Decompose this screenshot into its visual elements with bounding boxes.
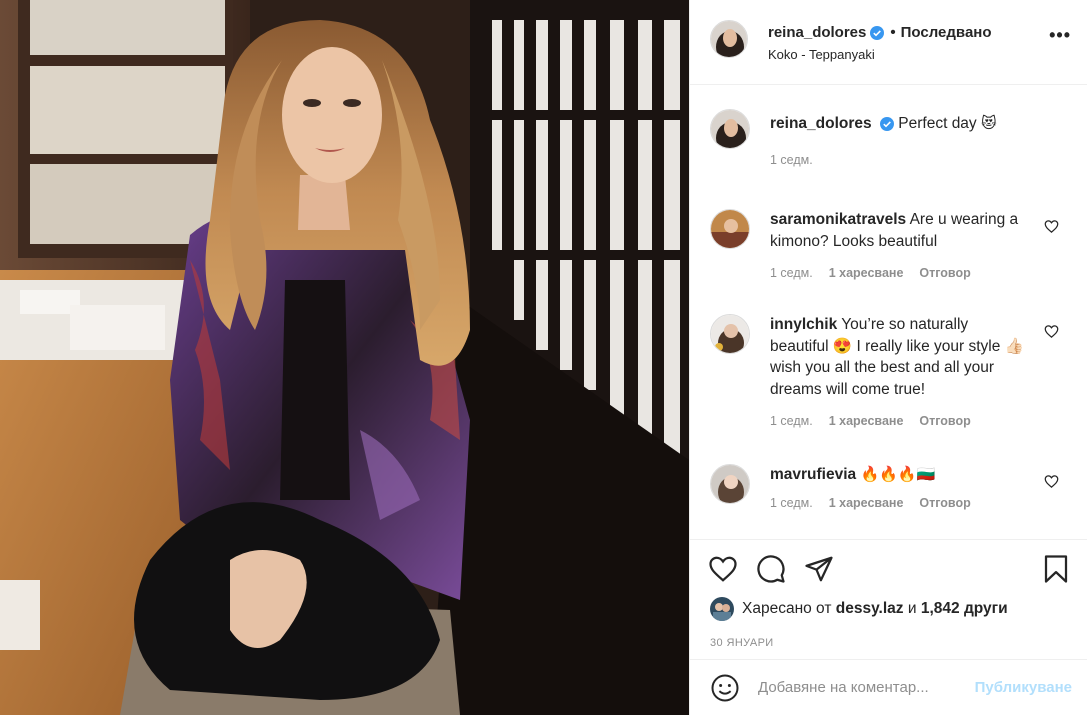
comment-body: mavrufievia 🔥🔥🔥🇧🇬 1 седм. 1 харесване От… xyxy=(770,464,1030,539)
comment-time[interactable]: 1 седм. xyxy=(770,266,813,280)
more-options-icon[interactable]: ••• xyxy=(1049,26,1071,44)
comment-row: mavrufievia 🔥🔥🔥🇧🇬 1 седм. 1 харесване От… xyxy=(690,464,1087,539)
comment-avatar-image xyxy=(711,210,749,249)
comment-avatar[interactable] xyxy=(710,464,750,505)
following-button[interactable]: Последвано xyxy=(901,24,992,41)
likes-summary: Харесано от dessy.laz и 1,842 други xyxy=(710,597,1008,622)
liker-avatar-image xyxy=(710,597,734,622)
comment-text-block: mavrufievia 🔥🔥🔥🇧🇬 xyxy=(770,464,1030,486)
liker-username[interactable]: dessy.laz xyxy=(836,600,904,618)
comment-meta: 1 седм. 1 харесване Отговор xyxy=(770,266,1030,280)
caption-avatar-image xyxy=(711,110,749,149)
comment-username[interactable]: saramonikatravels xyxy=(770,211,906,228)
comment-avatar[interactable] xyxy=(710,209,750,250)
reply-button[interactable]: Отговор xyxy=(919,266,970,280)
add-comment-input[interactable] xyxy=(758,679,958,696)
save-bookmark-icon[interactable] xyxy=(1041,554,1071,584)
like-comment-heart-icon[interactable] xyxy=(1044,324,1059,339)
comment-meta: 1 седм. 1 харесване Отговор xyxy=(770,496,1030,510)
comment-bubble-icon[interactable] xyxy=(756,554,786,584)
post-header: reina_dolores • Последвано Koko - Teppan… xyxy=(690,0,1087,86)
comment-row: saramonikatravels Are u wearing a kimono… xyxy=(690,209,1087,314)
caption-row: reina_dolores Perfect day 😻 1 седм. xyxy=(690,109,1087,209)
likes-conj: и xyxy=(907,600,917,618)
emoji-smiley-icon[interactable] xyxy=(710,673,740,703)
likes-count[interactable]: 1,842 други xyxy=(921,600,1008,618)
comment-likes[interactable]: 1 харесване xyxy=(829,414,904,428)
comment-username[interactable]: mavrufievia xyxy=(770,466,856,483)
publish-comment-button[interactable]: Публикуване xyxy=(975,679,1072,696)
comment-row: innylchik You’re so naturally beautiful … xyxy=(690,314,1087,464)
comment-text-block: saramonikatravels Are u wearing a kimono… xyxy=(770,209,1030,252)
comment-avatar[interactable] xyxy=(710,314,750,355)
comment-meta: 1 седм. 1 харесване Отговор xyxy=(770,414,1030,428)
post-side-panel: reina_dolores • Последвано Koko - Teppan… xyxy=(689,0,1087,715)
verified-badge-icon xyxy=(870,25,885,40)
reply-button[interactable]: Отговор xyxy=(919,414,970,428)
instagram-post: reina_dolores • Последвано Koko - Teppan… xyxy=(0,0,1087,715)
caption-text-line: reina_dolores Perfect day 😻 xyxy=(770,109,1030,135)
caption-emoji: 😻 xyxy=(981,114,997,133)
caption-text: Perfect day xyxy=(898,115,977,133)
caption-author-avatar[interactable] xyxy=(710,109,750,150)
post-date[interactable]: 30 ЯНУАРИ xyxy=(710,637,774,649)
comment-likes[interactable]: 1 харесване xyxy=(829,266,904,280)
like-comment-heart-icon[interactable] xyxy=(1044,474,1059,489)
likes-prefix: Харесано от xyxy=(742,600,832,618)
like-comment-heart-icon[interactable] xyxy=(1044,219,1059,234)
caption-time[interactable]: 1 седм. xyxy=(770,153,813,167)
header-dot-separator: • xyxy=(890,24,896,41)
post-location[interactable]: Koko - Teppanyaki xyxy=(768,47,992,62)
comment-text: 🔥🔥🔥🇧🇬 xyxy=(860,465,936,484)
author-avatar[interactable] xyxy=(710,20,748,58)
post-header-meta: reina_dolores • Последвано Koko - Teppan… xyxy=(768,20,992,62)
comments-list: reina_dolores Perfect day 😻 1 седм. sara… xyxy=(690,85,1087,539)
caption-meta: 1 седм. xyxy=(770,153,1030,167)
post-header-line: reina_dolores • Последвано xyxy=(768,24,992,41)
author-avatar-image xyxy=(711,21,747,57)
comment-text-block: innylchik You’re so naturally beautiful … xyxy=(770,314,1030,400)
reply-button[interactable]: Отговор xyxy=(919,496,970,510)
comment-body: innylchik You’re so naturally beautiful … xyxy=(770,314,1030,464)
caption-username[interactable]: reina_dolores xyxy=(770,115,872,132)
comment-avatar-image xyxy=(711,465,749,504)
comment-username[interactable]: innylchik xyxy=(770,316,837,333)
comment-avatar-image xyxy=(711,315,749,354)
post-photo[interactable] xyxy=(0,0,689,715)
comment-time[interactable]: 1 седм. xyxy=(770,414,813,428)
comment-body: saramonikatravels Are u wearing a kimono… xyxy=(770,209,1030,314)
caption-body: reina_dolores Perfect day 😻 1 седм. xyxy=(770,109,1030,209)
add-comment-bar: Публикуване xyxy=(690,659,1087,715)
comment-likes[interactable]: 1 харесване xyxy=(829,496,904,510)
comment-time[interactable]: 1 седм. xyxy=(770,496,813,510)
liker-avatar[interactable] xyxy=(710,597,734,622)
post-photo-image xyxy=(0,0,689,715)
author-username[interactable]: reina_dolores xyxy=(768,24,866,41)
like-heart-icon[interactable] xyxy=(708,554,738,584)
share-paper-plane-icon[interactable] xyxy=(804,554,834,584)
caption-verified-badge-icon xyxy=(879,117,894,132)
